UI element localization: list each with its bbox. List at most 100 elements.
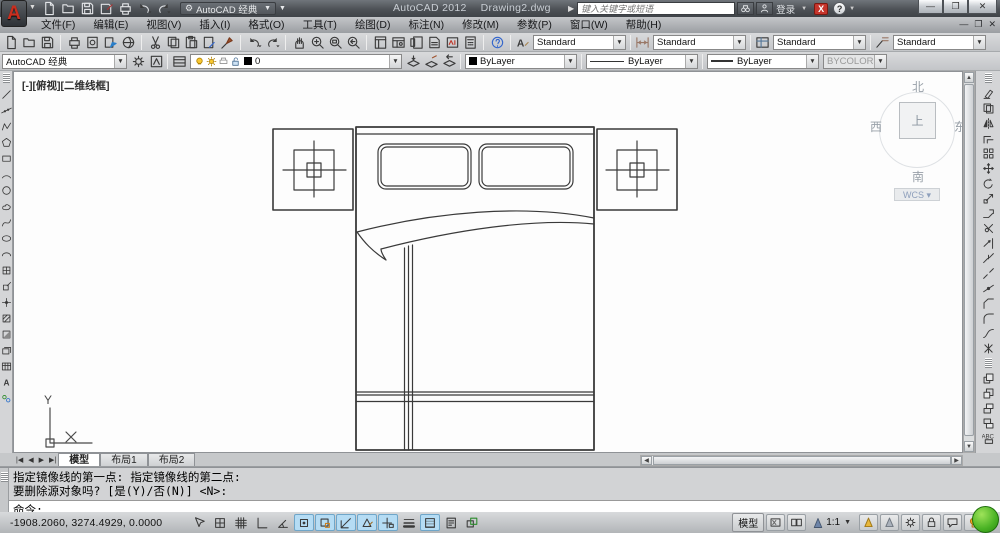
first-tab-icon[interactable]: |◀: [14, 456, 25, 464]
drawing-canvas[interactable]: [-][俯视][二维线框] Y 北 西 上 南 WCS ▾: [13, 71, 963, 453]
selection-cycling-icon[interactable]: [462, 514, 482, 531]
properties-icon[interactable]: [371, 34, 389, 51]
add-selected-icon[interactable]: [0, 390, 13, 406]
ellipse-icon[interactable]: [0, 230, 13, 246]
workspace-extra-arrow[interactable]: ▼: [276, 3, 289, 14]
undo-icon[interactable]: [135, 0, 153, 17]
next-tab-icon[interactable]: ▶: [37, 456, 46, 464]
app-menu-arrow-icon[interactable]: ▼: [29, 4, 36, 11]
quick-view-drawings-icon[interactable]: [787, 514, 807, 531]
workspace-dropdown[interactable]: AutoCAD 经典 ▼: [2, 53, 127, 69]
exchange-apps-icon[interactable]: X: [814, 2, 829, 15]
menu-item-3[interactable]: 插入(I): [190, 17, 239, 33]
menu-item-1[interactable]: 编辑(E): [84, 17, 137, 33]
extend-icon[interactable]: [978, 236, 998, 251]
point-icon[interactable]: [0, 294, 13, 310]
plot-icon[interactable]: [65, 34, 83, 51]
copy-icon[interactable]: [164, 34, 182, 51]
polyline-icon[interactable]: [0, 118, 13, 134]
help-icon[interactable]: [488, 34, 506, 51]
menu-item-9[interactable]: 参数(P): [508, 17, 561, 33]
send-under-objects-icon[interactable]: [978, 416, 998, 431]
scroll-right-icon[interactable]: ▶: [951, 456, 962, 465]
3d-object-snap-icon[interactable]: [315, 514, 335, 531]
help-caret-icon[interactable]: ▼: [849, 6, 855, 12]
ortho-mode-icon[interactable]: [252, 514, 272, 531]
cut-icon[interactable]: [146, 34, 164, 51]
color-dropdown[interactable]: ByLayer ▼: [465, 53, 577, 69]
menu-item-7[interactable]: 标注(N): [400, 17, 454, 33]
signin-caret-icon[interactable]: ▼: [801, 6, 807, 12]
doc-minimize-button[interactable]: —: [959, 19, 968, 30]
save-icon[interactable]: [78, 0, 96, 17]
object-snap-tracking-icon[interactable]: [336, 514, 356, 531]
send-to-back-icon[interactable]: [978, 386, 998, 401]
bring-to-front-icon[interactable]: [978, 371, 998, 386]
lineweight-display-icon[interactable]: [399, 514, 419, 531]
saveas-icon[interactable]: [97, 0, 115, 17]
mirror-icon[interactable]: [978, 116, 998, 131]
doc-restore-button[interactable]: ❐: [974, 19, 982, 30]
match-properties-icon[interactable]: [218, 34, 236, 51]
break-icon[interactable]: [978, 266, 998, 281]
paste-icon[interactable]: [182, 34, 200, 51]
layer-previous-icon[interactable]: [440, 53, 458, 70]
viewcube-east[interactable]: 东: [954, 118, 962, 135]
erase-icon[interactable]: [978, 86, 998, 101]
layer-match-icon[interactable]: [422, 53, 440, 70]
layer-properties-icon[interactable]: [170, 53, 188, 70]
bring-above-objects-icon[interactable]: [978, 401, 998, 416]
qnew-icon[interactable]: [2, 34, 20, 51]
menu-item-11[interactable]: 帮助(H): [617, 17, 671, 33]
sheetset-manager-icon[interactable]: [425, 34, 443, 51]
blend-curves-icon[interactable]: [978, 326, 998, 341]
join-icon[interactable]: [978, 281, 998, 296]
dim-style-icon[interactable]: [633, 34, 651, 51]
search-input[interactable]: [577, 2, 736, 15]
menu-item-4[interactable]: 格式(O): [239, 17, 293, 33]
snap-mode-icon[interactable]: [210, 514, 230, 531]
save-icon[interactable]: [38, 34, 56, 51]
redo-icon[interactable]: [154, 0, 172, 17]
stretch-icon[interactable]: [978, 206, 998, 221]
layout-tab-1[interactable]: 布局1: [100, 453, 148, 466]
revision-cloud-icon[interactable]: [0, 198, 13, 214]
plot-preview-icon[interactable]: [83, 34, 101, 51]
circle-icon[interactable]: [0, 182, 13, 198]
construction-line-icon[interactable]: [0, 102, 13, 118]
rotate-icon[interactable]: [978, 176, 998, 191]
viewcube-top-face[interactable]: 上: [899, 102, 936, 139]
viewcube-west[interactable]: 西: [870, 118, 882, 135]
last-tab-icon[interactable]: ▶|: [47, 456, 58, 464]
menu-item-5[interactable]: 工具(T): [294, 17, 346, 33]
open-icon[interactable]: [59, 0, 77, 17]
command-history[interactable]: 指定镜像线的第一点: 指定镜像线的第二点: 要删除源对象吗? [是(Y)/否(N…: [9, 468, 1000, 500]
close-button[interactable]: ✕: [968, 0, 997, 14]
hardware-acceleration-icon[interactable]: [943, 514, 963, 531]
dynamic-input-icon[interactable]: [378, 514, 398, 531]
menu-item-0[interactable]: 文件(F): [32, 17, 84, 33]
quick-view-layouts-icon[interactable]: [766, 514, 786, 531]
arc-icon[interactable]: [0, 166, 13, 182]
quick-properties-icon[interactable]: [441, 514, 461, 531]
annotation-visibility-icon[interactable]: [859, 514, 879, 531]
scroll-down-icon[interactable]: ▼: [964, 441, 974, 452]
line-icon[interactable]: [0, 86, 13, 102]
workspace-switching-icon[interactable]: [901, 514, 921, 531]
insert-block-icon[interactable]: [0, 262, 13, 278]
3d-dwf-icon[interactable]: [119, 34, 137, 51]
linetype-dropdown[interactable]: ByLayer ▼: [586, 53, 698, 69]
dim-style-dropdown[interactable]: Standard ▼: [653, 34, 746, 50]
offset-icon[interactable]: [978, 131, 998, 146]
copy-icon[interactable]: [978, 101, 998, 116]
command-window-splitter[interactable]: [0, 468, 9, 512]
make-object-layer-current-icon[interactable]: [404, 53, 422, 70]
publish-icon[interactable]: [101, 34, 119, 51]
signin-label[interactable]: 登录: [776, 2, 795, 16]
multiline-text-icon[interactable]: A: [0, 374, 13, 390]
viewcube-south[interactable]: 南: [870, 168, 962, 185]
scale-icon[interactable]: [978, 191, 998, 206]
app-menu-button[interactable]: A: [1, 0, 27, 27]
zoom-window-icon[interactable]: [326, 34, 344, 51]
coordinate-display[interactable]: -1908.2060, 3274.4929, 0.0000: [4, 517, 189, 529]
